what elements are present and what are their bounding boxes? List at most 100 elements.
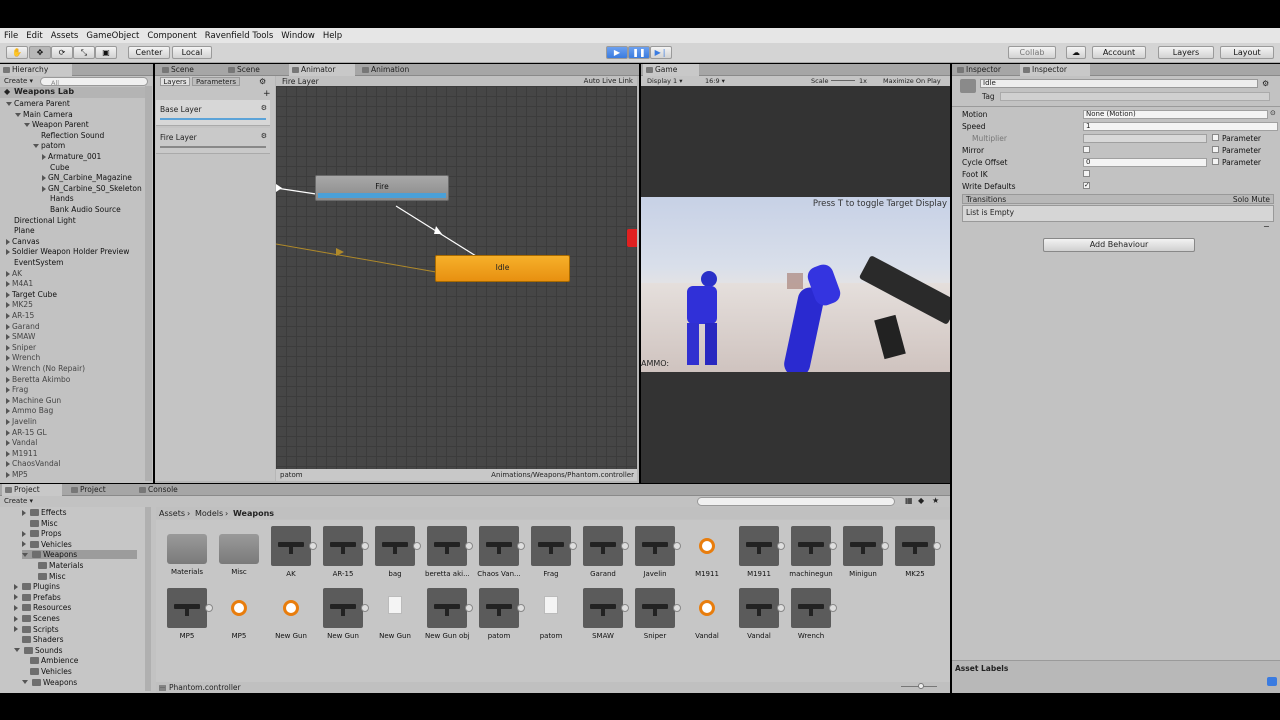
rotate-tool-button[interactable]: ⟳ (51, 46, 73, 59)
expand-arrow-icon[interactable] (6, 450, 10, 457)
tab-scene-1[interactable]: Scene (159, 64, 217, 76)
filter-type-icon[interactable]: ▦ (905, 496, 913, 505)
hierarchy-item[interactable]: Reflection Sound (33, 131, 104, 140)
asset-item[interactable]: Javelin (633, 526, 681, 578)
hierarchy-item[interactable]: Armature_001 (42, 152, 101, 161)
project-folder-item[interactable]: Weapons (22, 678, 77, 687)
menu-item-window[interactable]: Window (277, 31, 319, 41)
asset-item[interactable]: AR-15 (321, 526, 369, 578)
speed-input[interactable]: 1 (1083, 122, 1278, 131)
hierarchy-item[interactable]: Canvas (6, 237, 40, 246)
tab-animator[interactable]: Animator (289, 64, 355, 76)
hierarchy-item[interactable]: Beretta Akimbo (6, 375, 70, 384)
project-folder-item[interactable]: Sounds (14, 646, 63, 655)
layers-tab-button[interactable]: Layers (160, 77, 190, 86)
expand-arrow-icon[interactable] (42, 185, 46, 192)
project-create-button[interactable]: Create ▾ (4, 497, 33, 505)
project-folder-item[interactable]: Shaders (14, 635, 63, 644)
layer-item-fire[interactable]: Fire Layer ⚙ (156, 128, 270, 154)
project-folder-item[interactable]: Weapons (22, 550, 138, 560)
expand-asset-icon[interactable] (569, 542, 577, 550)
expand-arrow-icon[interactable] (6, 281, 10, 288)
inspector-gear-icon[interactable]: ⚙ (1262, 79, 1269, 88)
asset-item[interactable]: Minigun (841, 526, 889, 578)
menu-item-help[interactable]: Help (319, 31, 346, 41)
asset-item[interactable]: Sniper (633, 588, 681, 640)
aspect-dropdown[interactable]: 16:9 ▾ (705, 77, 725, 85)
hierarchy-item[interactable]: Ammo Bag (6, 406, 53, 415)
asset-item[interactable]: Materials (165, 526, 209, 576)
asset-item[interactable]: SMAW (581, 588, 629, 640)
hierarchy-item[interactable]: Javelin (6, 417, 37, 426)
breadcrumb-weapons[interactable]: Weapons (233, 509, 274, 518)
project-folder-item[interactable]: Misc (30, 572, 66, 581)
state-name-input[interactable]: Idle (980, 79, 1258, 88)
hierarchy-item[interactable]: Weapon Parent (24, 120, 89, 129)
layers-dropdown[interactable]: Layers (1158, 46, 1214, 59)
tab-project-1[interactable]: Project (2, 484, 62, 496)
expand-asset-icon[interactable] (309, 542, 317, 550)
project-folder-item[interactable]: Resources (14, 603, 71, 612)
hierarchy-item[interactable]: AR-15 GL (6, 428, 47, 437)
expand-asset-icon[interactable] (621, 542, 629, 550)
expand-asset-icon[interactable] (465, 604, 473, 612)
gear-icon[interactable]: ⚙ (261, 132, 267, 140)
gear-icon[interactable]: ⚙ (261, 104, 267, 112)
expand-arrow-icon[interactable] (6, 238, 10, 245)
hierarchy-item[interactable]: Frag (6, 385, 28, 394)
hierarchy-item[interactable]: Wrench (6, 353, 40, 362)
hierarchy-item[interactable]: Bank Audio Source (42, 205, 121, 214)
expand-asset-icon[interactable] (777, 604, 785, 612)
expand-arrow-icon[interactable] (6, 366, 10, 372)
expand-asset-icon[interactable] (673, 604, 681, 612)
expand-arrow-icon[interactable] (14, 626, 18, 633)
scale-slider[interactable] (831, 80, 855, 81)
filter-label-icon[interactable]: ◆ (918, 496, 924, 505)
expand-asset-icon[interactable] (673, 542, 681, 550)
expand-asset-icon[interactable] (881, 542, 889, 550)
expand-arrow-icon[interactable] (6, 344, 10, 351)
motion-field[interactable]: None (Motion) (1083, 110, 1268, 119)
asset-item[interactable]: New Gun (269, 588, 313, 640)
menu-item-assets[interactable]: Assets (47, 31, 83, 41)
hierarchy-item[interactable]: Target Cube (6, 290, 57, 299)
animator-graph[interactable]: Fire Layer Auto Live Link Fire Idle (276, 76, 637, 469)
collapse-arrow-icon[interactable] (33, 144, 39, 149)
mirror-checkbox[interactable] (1083, 146, 1090, 153)
asset-item[interactable]: Chaos Van... (477, 526, 525, 578)
asset-item[interactable]: Frag (529, 526, 577, 578)
hierarchy-search-input[interactable]: All (40, 77, 148, 87)
asset-item[interactable]: New Gun obj (425, 588, 473, 640)
expand-arrow-icon[interactable] (6, 323, 10, 330)
expand-arrow-icon[interactable] (6, 397, 10, 404)
hierarchy-item[interactable]: GN_Carbine_S0_Skeleton (42, 184, 142, 193)
expand-asset-icon[interactable] (413, 542, 421, 550)
favorite-star-icon[interactable]: ★ (932, 496, 939, 505)
hierarchy-item[interactable]: Cube (42, 163, 69, 172)
asset-item[interactable]: MK25 (893, 526, 941, 578)
hierarchy-item[interactable]: patom (33, 141, 65, 150)
expand-arrow-icon[interactable] (42, 154, 46, 160)
hand-tool-button[interactable]: ✋ (6, 46, 28, 59)
collab-button[interactable]: Collab (1008, 46, 1056, 59)
asset-item[interactable]: M1911 (737, 526, 785, 578)
object-picker-icon[interactable]: ⊙ (1270, 109, 1276, 117)
expand-arrow-icon[interactable] (6, 334, 10, 341)
breadcrumb-models[interactable]: Models (195, 509, 223, 518)
layout-dropdown[interactable]: Layout (1220, 46, 1274, 59)
add-layer-icon[interactable]: + (263, 89, 271, 99)
tab-animation[interactable]: Animation (359, 64, 425, 76)
multiplier-parameter-checkbox[interactable] (1212, 134, 1219, 141)
expand-asset-icon[interactable] (517, 604, 525, 612)
layer-item-base[interactable]: Base Layer ⚙ (156, 100, 270, 126)
project-folder-item[interactable]: Scenes (14, 614, 60, 623)
menu-item-file[interactable]: File (0, 31, 22, 41)
asset-item[interactable]: patom (477, 588, 525, 640)
collapse-arrow-icon[interactable] (6, 102, 12, 106)
expand-arrow-icon[interactable] (6, 376, 10, 383)
project-folder-item[interactable]: Materials (30, 561, 83, 570)
expand-arrow-icon[interactable] (22, 530, 26, 537)
hierarchy-item[interactable]: AK (6, 269, 22, 278)
hierarchy-item[interactable]: AR-15 (6, 311, 34, 320)
asset-item[interactable]: machinegun (789, 526, 837, 578)
